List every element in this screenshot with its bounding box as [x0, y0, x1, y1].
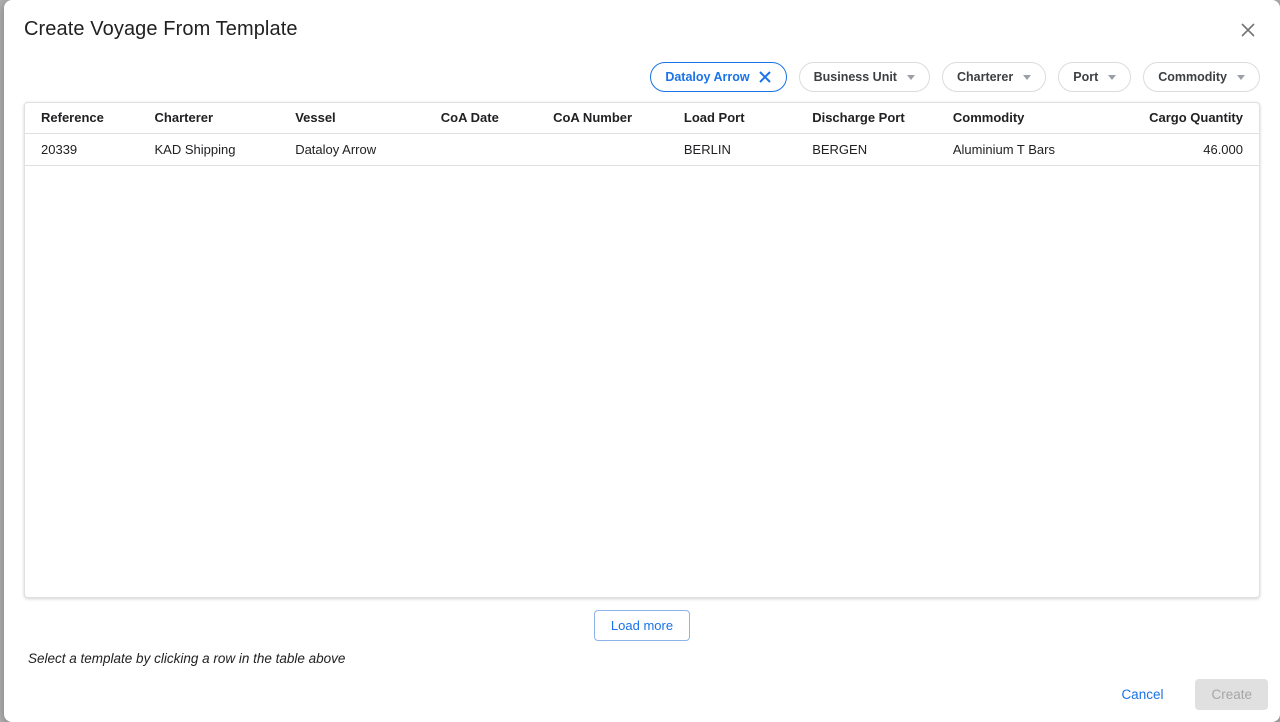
- cell-vessel: Dataloy Arrow: [279, 133, 425, 165]
- column-header-coa-date: CoA Date: [425, 103, 537, 133]
- table-row[interactable]: 20339 KAD Shipping Dataloy Arrow BERLIN …: [25, 133, 1259, 165]
- cell-charterer: KAD Shipping: [139, 133, 280, 165]
- filter-chip-label: Commodity: [1158, 70, 1227, 84]
- helper-text: Select a template by clicking a row in t…: [4, 647, 1280, 666]
- filter-chip-business-unit[interactable]: Business Unit: [799, 62, 930, 92]
- column-header-commodity: Commodity: [937, 103, 1083, 133]
- dialog-header: Create Voyage From Template: [4, 0, 1280, 42]
- create-voyage-dialog: Create Voyage From Template Dataloy Arro…: [4, 0, 1280, 722]
- dialog-footer: Cancel Create: [4, 679, 1280, 722]
- chevron-down-icon: [1237, 75, 1245, 80]
- cell-cargo-quantity: 46.000: [1082, 133, 1259, 165]
- close-button[interactable]: [1236, 18, 1260, 42]
- filter-chip-label: Dataloy Arrow: [665, 70, 749, 84]
- column-header-vessel: Vessel: [279, 103, 425, 133]
- templates-table-card: Reference Charterer Vessel CoA Date CoA …: [24, 102, 1260, 598]
- filter-chip-label: Business Unit: [814, 70, 897, 84]
- cell-load-port: BERLIN: [668, 133, 796, 165]
- filter-chip-vessel-active[interactable]: Dataloy Arrow: [650, 62, 786, 92]
- column-header-reference: Reference: [25, 103, 139, 133]
- cancel-button[interactable]: Cancel: [1113, 681, 1171, 708]
- table-header-row: Reference Charterer Vessel CoA Date CoA …: [25, 103, 1259, 133]
- cell-coa-number: [537, 133, 668, 165]
- filter-chip-commodity[interactable]: Commodity: [1143, 62, 1260, 92]
- cell-reference: 20339: [25, 133, 139, 165]
- dialog-title: Create Voyage From Template: [24, 16, 298, 41]
- chevron-down-icon: [1108, 75, 1116, 80]
- column-header-coa-number: CoA Number: [537, 103, 668, 133]
- cell-commodity: Aluminium T Bars: [937, 133, 1083, 165]
- filter-chip-port[interactable]: Port: [1058, 62, 1131, 92]
- create-button[interactable]: Create: [1195, 679, 1268, 710]
- load-more-button[interactable]: Load more: [594, 610, 690, 641]
- chevron-down-icon: [1023, 75, 1031, 80]
- column-header-discharge-port: Discharge Port: [796, 103, 937, 133]
- column-header-load-port: Load Port: [668, 103, 796, 133]
- chevron-down-icon: [907, 75, 915, 80]
- close-icon: [1240, 26, 1256, 41]
- column-header-cargo-quantity: Cargo Quantity: [1082, 103, 1259, 133]
- load-more-row: Load more: [4, 598, 1280, 647]
- cell-discharge-port: BERGEN: [796, 133, 937, 165]
- cell-coa-date: [425, 133, 537, 165]
- filter-chip-label: Port: [1073, 70, 1098, 84]
- filter-chips-row: Dataloy Arrow Business Unit Charterer Po…: [4, 42, 1280, 102]
- filter-chip-label: Charterer: [957, 70, 1013, 84]
- column-header-charterer: Charterer: [139, 103, 280, 133]
- templates-table: Reference Charterer Vessel CoA Date CoA …: [25, 103, 1259, 166]
- chip-remove-icon[interactable]: [758, 70, 772, 84]
- filter-chip-charterer[interactable]: Charterer: [942, 62, 1046, 92]
